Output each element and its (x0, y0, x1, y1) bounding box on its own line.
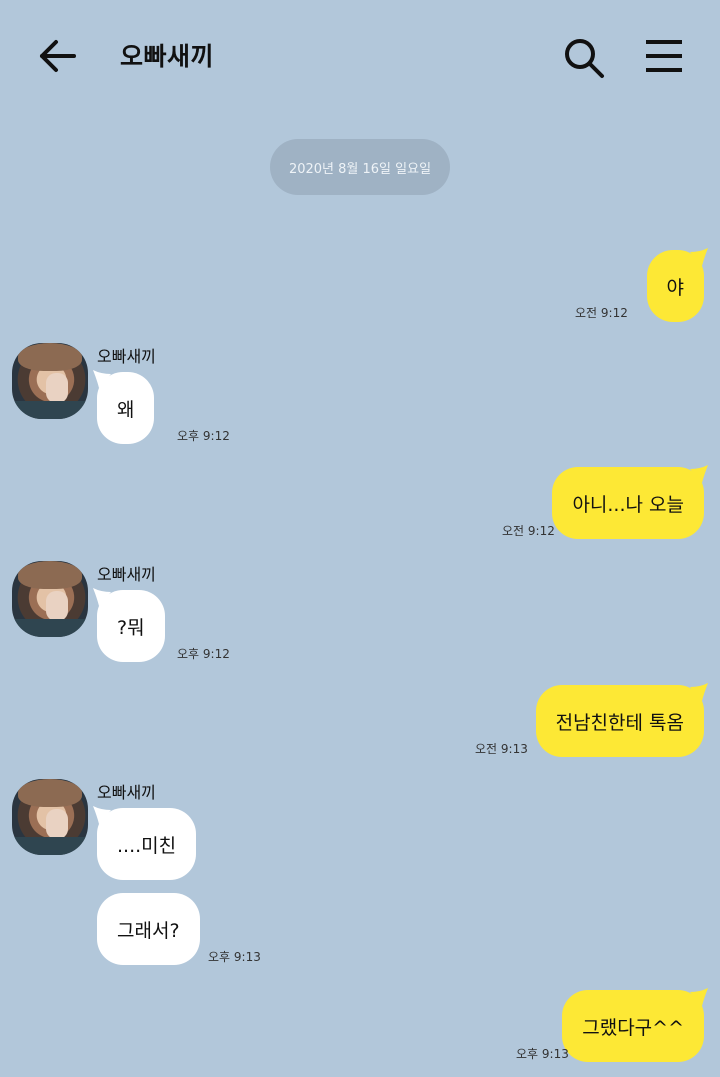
message-text: 아니...나 오늘 (572, 493, 684, 516)
avatar[interactable] (12, 343, 88, 419)
date-divider: 2020년 8월 16일 일요일 (270, 139, 450, 195)
search-button[interactable] (560, 34, 608, 82)
menu-button[interactable] (640, 36, 688, 76)
arrow-left-icon (40, 40, 76, 72)
message-time: 오후 9:13 (516, 1047, 569, 1061)
hamburger-menu-icon (646, 40, 682, 72)
search-icon (565, 39, 604, 78)
message-text: 그랬다구^^ (582, 1016, 684, 1039)
bubble-tail (690, 683, 708, 701)
my-message-bubble[interactable]: 전남친한테 톡옴 (535, 685, 704, 757)
bubble-tail (690, 988, 708, 1006)
message-time: 오전 9:12 (575, 306, 628, 320)
sender-name: 오빠새끼 (97, 565, 156, 584)
message-text: 전남친한테 톡옴 (555, 711, 684, 734)
chat-header: 오빠새끼 (0, 0, 720, 112)
message-time: 오전 9:13 (475, 742, 528, 756)
my-message-bubble[interactable]: 아니...나 오늘 (552, 467, 704, 539)
their-message-bubble[interactable]: 그래서? (97, 893, 200, 965)
message-text: 왜 (117, 398, 135, 421)
back-button[interactable] (34, 36, 82, 76)
their-message-bubble[interactable]: 왜 (97, 372, 155, 444)
their-message-bubble[interactable]: ?뭐 (97, 590, 165, 662)
bubble-tail (690, 465, 708, 483)
sender-name: 오빠새끼 (97, 783, 156, 802)
message-time: 오후 9:12 (177, 647, 230, 661)
message-text: ....미친 (117, 834, 177, 857)
avatar[interactable] (12, 779, 88, 855)
bubble-tail (690, 248, 708, 266)
chat-screen: 오빠새끼 2020년 8월 16일 일요일 야 오전 9:12 오빠새끼 왜 오… (0, 0, 720, 1077)
avatar[interactable] (12, 561, 88, 637)
message-text: 그래서? (117, 919, 180, 942)
chat-title: 오빠새끼 (120, 42, 215, 71)
sender-name: 오빠새끼 (97, 347, 156, 366)
message-text: ?뭐 (117, 616, 145, 639)
message-text: 야 (666, 276, 684, 299)
message-time: 오전 9:12 (502, 524, 555, 538)
my-message-bubble[interactable]: 그랬다구^^ (562, 990, 704, 1062)
message-time: 오후 9:12 (177, 429, 230, 443)
message-time: 오후 9:13 (208, 950, 261, 964)
their-message-bubble[interactable]: ....미친 (97, 808, 197, 880)
